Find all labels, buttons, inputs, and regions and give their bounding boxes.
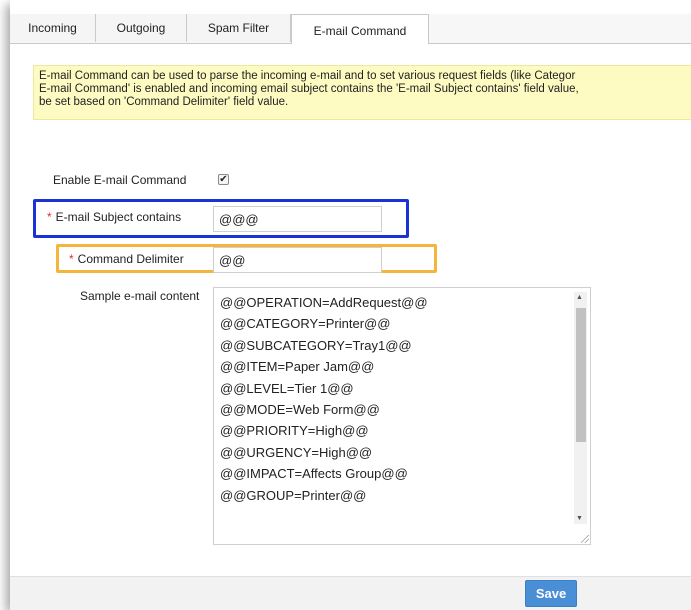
info-banner: E-mail Command can be used to parse the … <box>33 65 691 120</box>
sample-line: @@CATEGORY=Printer@@ <box>220 316 391 332</box>
sample-line: @@GROUP=Printer@@ <box>220 487 367 503</box>
enable-email-command-label: Enable E-mail Command <box>53 173 187 187</box>
form-footer <box>10 576 691 610</box>
scroll-down-arrow-icon[interactable]: ▼ <box>576 515 583 522</box>
sample-line: @@PRIORITY=High@@ <box>220 423 369 439</box>
sample-email-content-label: Sample e-mail content <box>80 289 200 303</box>
sample-line: @@LEVEL=Tier 1@@ <box>220 380 354 396</box>
tab-spam-filter[interactable]: Spam Filter <box>187 14 291 42</box>
sample-line: @@MODE=Web Form@@ <box>220 401 380 417</box>
tab-bar: Incoming Outgoing Spam Filter E-mail Com… <box>10 14 691 44</box>
sample-line: @@OPERATION=AddRequest@@ <box>220 295 428 310</box>
command-delimiter-text: Command Delimiter <box>77 252 184 266</box>
email-subject-contains-input[interactable] <box>213 206 382 232</box>
textarea-scrollbar[interactable]: ▲ ▼ <box>574 292 587 524</box>
scroll-up-arrow-icon[interactable]: ▲ <box>576 294 583 301</box>
tab-outgoing[interactable]: Outgoing <box>96 14 187 42</box>
sample-line: @@URGENCY=High@@ <box>220 444 373 460</box>
tab-incoming[interactable]: Incoming <box>10 14 96 42</box>
sample-line: @@ITEM=Paper Jam@@ <box>220 359 375 375</box>
tab-email-command[interactable]: E-mail Command <box>291 14 429 44</box>
sample-line: @@IMPACT=Affects Group@@ <box>220 466 408 482</box>
scrollbar-thumb[interactable] <box>576 308 586 442</box>
required-marker: * <box>69 252 74 266</box>
save-button[interactable]: Save <box>525 580 577 607</box>
command-delimiter-label: * Command Delimiter <box>69 252 184 266</box>
resize-grip-icon[interactable] <box>581 535 589 543</box>
enable-email-command-checkbox[interactable]: ✔ <box>218 174 229 185</box>
email-subject-contains-label: * E-mail Subject contains <box>47 210 181 224</box>
command-delimiter-input[interactable] <box>213 247 382 273</box>
email-subject-contains-text: E-mail Subject contains <box>55 210 182 224</box>
sample-email-content-textarea[interactable]: @@OPERATION=AddRequest@@ @@CATEGORY=Prin… <box>213 287 591 545</box>
sample-lines: @@OPERATION=AddRequest@@ @@CATEGORY=Prin… <box>220 292 428 506</box>
required-marker: * <box>47 210 52 224</box>
sample-line: @@SUBCATEGORY=Tray1@@ <box>220 337 412 353</box>
